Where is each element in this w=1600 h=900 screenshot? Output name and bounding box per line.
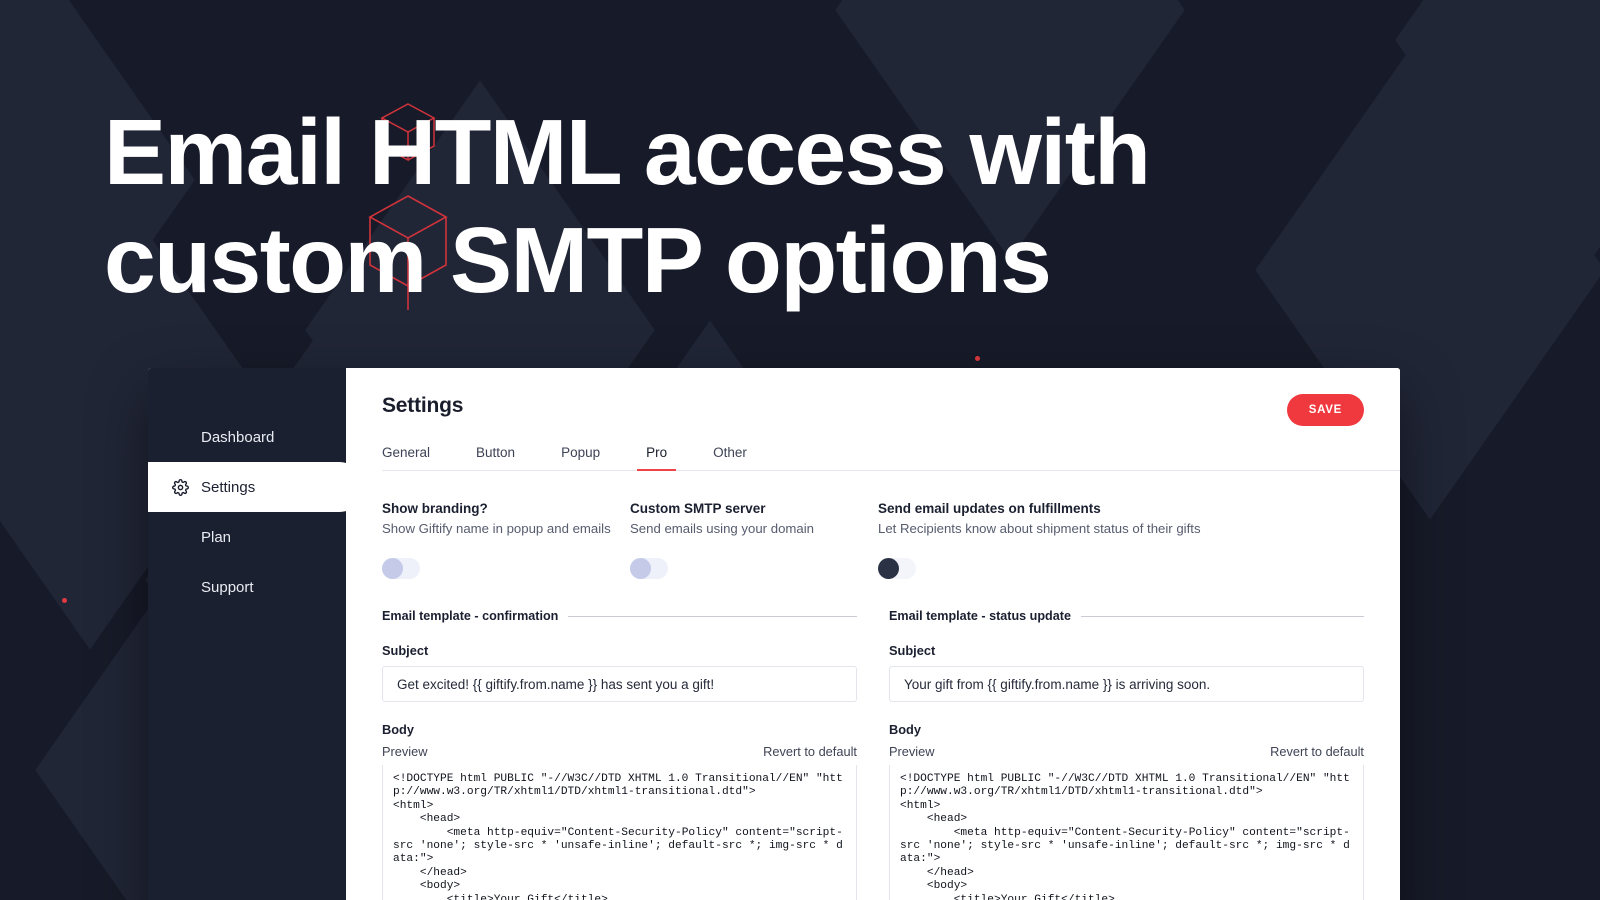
preview-link[interactable]: Preview [382,744,428,759]
page-title: Settings [382,394,464,417]
setting-title: Show branding? [382,501,488,516]
sidebar: Dashboard Settings Plan Support [148,368,364,900]
email-template-confirmation: Email template - confirmation Subject Ge… [382,609,857,900]
body-label: Body [889,722,921,737]
sidebar-item-label: Settings [201,478,256,496]
body-toolbar: Preview Revert to default [382,744,857,759]
preview-link[interactable]: Preview [889,744,935,759]
header-row: Settings SAVE [382,368,1400,426]
tab-button[interactable]: Button [476,439,515,470]
email-templates-row: Email template - confirmation Subject Ge… [382,609,1400,900]
sidebar-item-label: Plan [201,528,232,546]
sidebar-item-label: Dashboard [201,428,275,446]
setting-show-branding: Show branding? Show Giftify name in popu… [382,501,630,579]
setting-subtitle: Let Recipients know about shipment statu… [878,521,1201,536]
setting-title: Send email updates on fulfillments [878,501,1101,516]
sidebar-item-label: Support [201,578,254,596]
body-code-editor[interactable]: <!DOCTYPE html PUBLIC "-//W3C//DTD XHTML… [382,765,857,900]
tab-bar: General Button Popup Pro Other [382,439,1400,471]
subject-input[interactable]: Your gift from {{ giftify.from.name }} i… [889,666,1364,702]
body-code-content: <!DOCTYPE html PUBLIC "-//W3C//DTD XHTML… [900,773,1350,900]
template-legend-label: Email template - status update [889,609,1071,623]
subject-input[interactable]: Get excited! {{ giftify.from.name }} has… [382,666,857,702]
sidebar-item-plan[interactable]: Plan [148,512,346,562]
sidebar-item-settings[interactable]: Settings [148,462,364,512]
revert-to-default-link[interactable]: Revert to default [1270,744,1364,759]
toggle-show-branding[interactable] [382,558,420,579]
toggle-email-updates[interactable] [878,558,916,579]
body-code-content: <!DOCTYPE html PUBLIC "-//W3C//DTD XHTML… [393,773,843,900]
sidebar-item-support[interactable]: Support [148,562,346,612]
template-legend: Email template - status update [889,609,1364,623]
toggle-knob [630,558,651,579]
setting-title: Custom SMTP server [630,501,766,516]
body-toolbar: Preview Revert to default [889,744,1364,759]
email-template-status-update: Email template - status update Subject Y… [889,609,1364,900]
accent-dot [62,598,67,603]
gear-icon [172,478,189,496]
legend-divider [1080,615,1364,617]
toggle-custom-smtp[interactable] [630,558,668,579]
main-content: Settings SAVE General Button Popup Pro O… [346,368,1400,900]
revert-to-default-link[interactable]: Revert to default [763,744,857,759]
toggle-knob [382,558,403,579]
tab-general[interactable]: General [382,439,430,470]
template-legend-label: Email template - confirmation [382,609,559,623]
subject-label: Subject [382,643,429,658]
hero-headline: Email HTML access with custom SMTP optio… [104,100,1151,312]
setting-email-updates: Send email updates on fulfillments Let R… [878,501,1364,579]
body-label: Body [382,722,414,737]
accent-dot [975,356,980,361]
subject-label: Subject [889,643,936,658]
toggle-settings-row: Show branding? Show Giftify name in popu… [382,501,1400,579]
tab-other[interactable]: Other [713,439,747,470]
setting-custom-smtp: Custom SMTP server Send emails using you… [630,501,878,579]
setting-subtitle: Send emails using your domain [630,521,814,536]
toggle-knob [878,558,899,579]
tab-popup[interactable]: Popup [561,439,600,470]
setting-subtitle: Show Giftify name in popup and emails [382,521,611,536]
body-code-editor[interactable]: <!DOCTYPE html PUBLIC "-//W3C//DTD XHTML… [889,765,1364,900]
dashboard-card: Dashboard Settings Plan Support Settings… [148,368,1400,900]
tab-pro[interactable]: Pro [637,439,677,471]
sidebar-item-dashboard[interactable]: Dashboard [148,412,346,462]
save-button[interactable]: SAVE [1286,394,1364,426]
template-legend: Email template - confirmation [382,609,857,623]
legend-divider [568,615,857,617]
